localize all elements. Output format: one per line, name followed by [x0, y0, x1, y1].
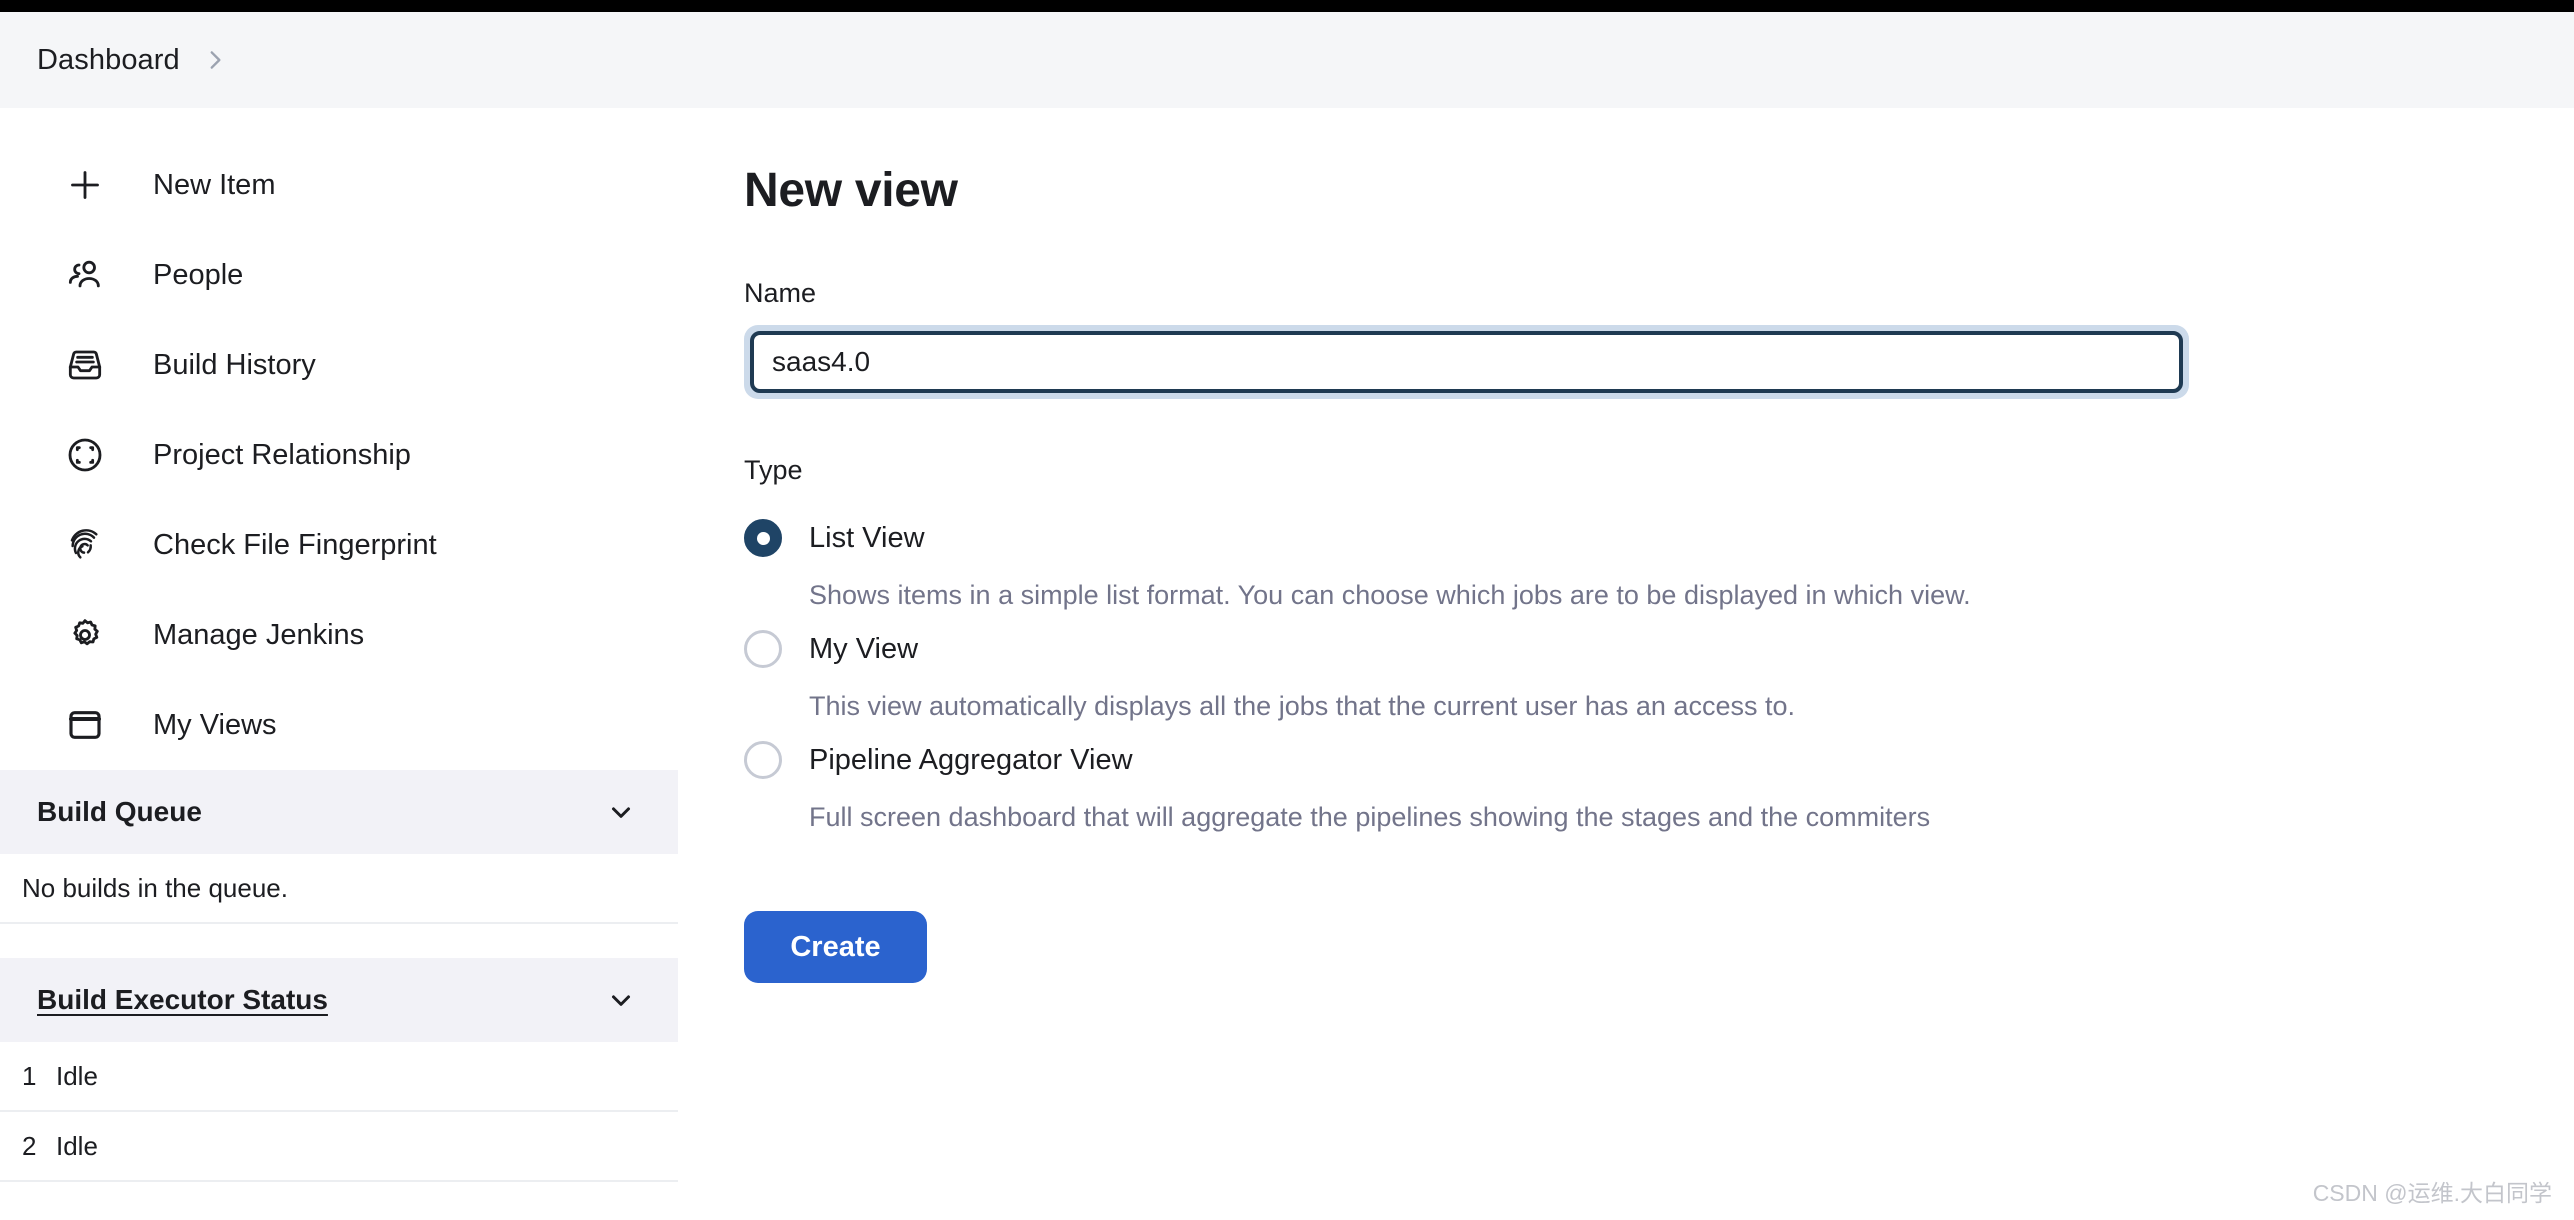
- radio-row[interactable]: My View: [744, 623, 2574, 675]
- sidebar-item-check-file-fingerprint[interactable]: Check File Fingerprint: [0, 500, 678, 590]
- executor-row[interactable]: 1 Idle: [0, 1042, 678, 1112]
- widget-spacer: [0, 924, 678, 958]
- sidebar-item-label: My Views: [153, 708, 277, 741]
- executor-row[interactable]: 2 Idle: [0, 1112, 678, 1182]
- inbox-icon: [62, 342, 108, 388]
- sidebar-item-my-views[interactable]: My Views: [0, 680, 678, 770]
- radio-button-list-view[interactable]: [744, 519, 782, 557]
- view-type-radio-group: List View Shows items in a simple list f…: [744, 512, 2574, 835]
- chevron-down-icon[interactable]: [606, 985, 636, 1015]
- top-black-bar: [0, 0, 2574, 12]
- chevron-down-icon[interactable]: [606, 797, 636, 827]
- radio-option-my-view: My View This view automatically displays…: [744, 623, 2574, 724]
- executor-number: 2: [22, 1130, 37, 1161]
- build-queue-empty-message: No builds in the queue.: [0, 854, 678, 924]
- type-field-label: Type: [744, 455, 803, 485]
- name-input-focus-ring: [744, 325, 2189, 399]
- name-field-label: Name: [744, 278, 817, 308]
- radio-button-pipeline-aggregator-view[interactable]: [744, 741, 782, 780]
- name-input[interactable]: [750, 331, 2183, 393]
- sidebar: New Item People Build History Project Re…: [0, 108, 678, 1182]
- breadcrumb-item-dashboard[interactable]: Dashboard: [37, 44, 180, 77]
- people-icon: [62, 252, 108, 298]
- sidebar-item-label: New Item: [153, 168, 276, 201]
- radio-description: Full screen dashboard that will aggregat…: [809, 802, 1931, 833]
- build-queue-header[interactable]: Build Queue: [0, 770, 678, 854]
- page-title: New view: [744, 164, 958, 217]
- sidebar-item-manage-jenkins[interactable]: Manage Jenkins: [0, 590, 678, 680]
- sidebar-nav: New Item People Build History Project Re…: [0, 108, 678, 770]
- radio-option-list-view: List View Shows items in a simple list f…: [744, 512, 2574, 613]
- page-body: New Item People Build History Project Re…: [0, 108, 2574, 1220]
- sidebar-item-build-history[interactable]: Build History: [0, 320, 678, 410]
- watermark: CSDN @运维.大白同学: [2312, 1180, 2552, 1206]
- radio-label: List View: [809, 521, 925, 554]
- build-queue-title: Build Queue: [37, 796, 202, 827]
- create-button[interactable]: Create: [744, 911, 927, 984]
- main-content: New view Name Type List View Shows items…: [744, 108, 2574, 984]
- sidebar-item-people[interactable]: People: [0, 230, 678, 320]
- sidebar-item-label: Manage Jenkins: [153, 618, 365, 651]
- fingerprint-icon: [62, 522, 108, 568]
- build-executor-status-header[interactable]: Build Executor Status: [0, 958, 678, 1042]
- sidebar-item-label: Build History: [153, 348, 316, 381]
- sidebar-item-label: People: [153, 258, 244, 291]
- sidebar-item-project-relationship[interactable]: Project Relationship: [0, 410, 678, 500]
- executor-status: Idle: [56, 1130, 98, 1161]
- radio-row[interactable]: Pipeline Aggregator View: [744, 734, 2574, 786]
- build-executor-status-title: Build Executor Status: [37, 984, 328, 1015]
- sidebar-item-new-item[interactable]: New Item: [0, 140, 678, 230]
- radio-dot: [756, 531, 770, 545]
- radio-option-pipeline-aggregator-view: Pipeline Aggregator View Full screen das…: [744, 734, 2574, 835]
- radio-label: My View: [809, 632, 919, 665]
- radio-button-my-view[interactable]: [744, 630, 782, 669]
- plus-icon: [62, 162, 108, 208]
- window-icon: [62, 702, 108, 748]
- radio-description: Shows items in a simple list format. You…: [809, 580, 1971, 610]
- sidebar-item-label: Check File Fingerprint: [153, 528, 437, 561]
- radio-description: This view automatically displays all the…: [809, 691, 1795, 722]
- chevron-right-icon: [202, 47, 228, 73]
- radio-label: Pipeline Aggregator View: [809, 743, 1133, 776]
- sidebar-item-label: Project Relationship: [153, 438, 411, 471]
- build-executor-status-widget: Build Executor Status 1 Idle 2 Idle: [0, 958, 678, 1182]
- gear-icon: [62, 612, 108, 658]
- build-queue-widget: Build Queue No builds in the queue.: [0, 770, 678, 958]
- executor-status: Idle: [56, 1060, 98, 1091]
- radio-row[interactable]: List View: [744, 512, 2574, 564]
- breadcrumb: Dashboard: [0, 12, 2574, 108]
- focus-circle-icon: [62, 432, 108, 478]
- executor-number: 1: [22, 1060, 37, 1091]
